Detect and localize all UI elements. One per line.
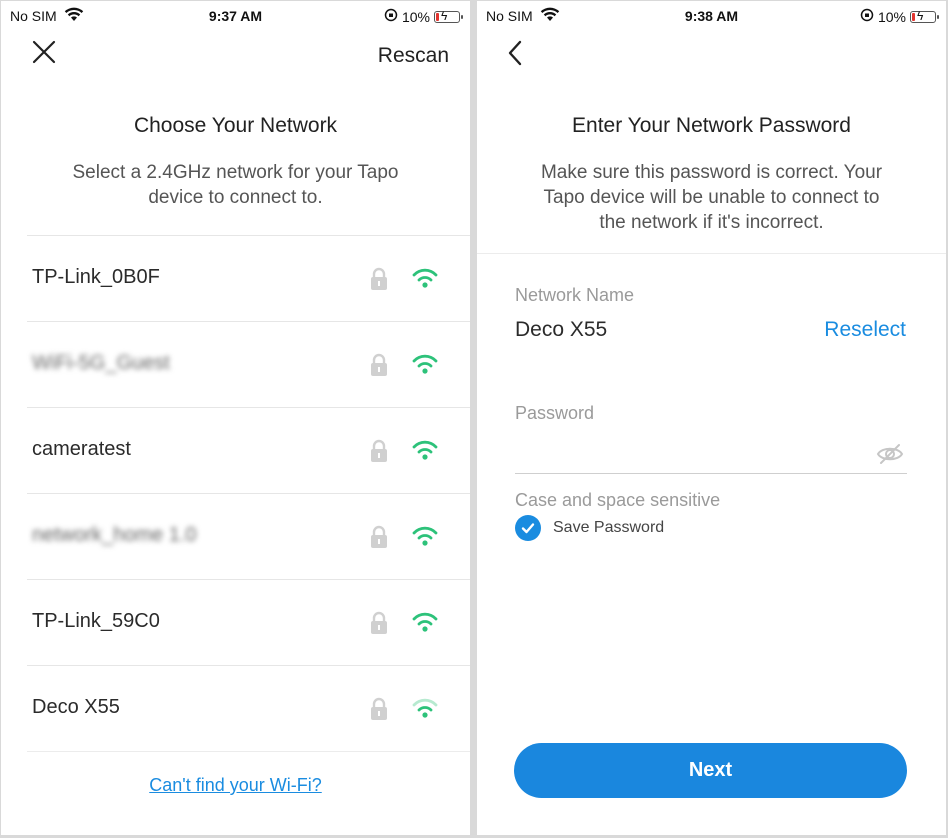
wifi-signal-icon (410, 353, 440, 380)
subtitle-line: Tapo device will be unable to connect to (543, 187, 880, 208)
page-title: Enter Your Network Password (572, 114, 851, 137)
network-name: TP-Link_0B0F (32, 266, 160, 288)
lock-icon (368, 439, 390, 468)
divider (477, 253, 946, 254)
network-name: network_home 1.0 (32, 524, 197, 546)
network-name-label: Network Name (515, 285, 635, 305)
lock-icon (368, 525, 390, 554)
wifi-signal-icon (410, 525, 440, 552)
page-subtitle: Select a 2.4GHz network for your Tapo de… (1, 160, 470, 210)
page-title: Choose Your Network (133, 114, 338, 137)
lock-icon (368, 267, 390, 296)
network-item[interactable]: WiFi-5G_Guest (27, 322, 470, 408)
lock-icon (368, 353, 390, 382)
page-subtitle: Make sure this password is correct. Your… (477, 160, 946, 235)
network-name-value: Deco X55 (515, 318, 608, 341)
network-item[interactable]: TP-Link_0B0F (27, 236, 470, 322)
cant-find-wifi-link[interactable]: Can't find your Wi-Fi? (1, 775, 470, 796)
status-bar: No SIM 9:38 AM 10% ϟ (477, 1, 946, 31)
wifi-signal-weak-icon (410, 697, 440, 724)
reselect-button[interactable]: Reselect (824, 318, 906, 342)
save-password-label: Save Password (553, 519, 665, 536)
choose-network-screen: No SIM 9:37 AM 10% ϟ Rescan Choose Your … (1, 1, 470, 835)
password-label: Password (515, 403, 595, 423)
status-right: 10% ϟ (860, 8, 939, 25)
orientation-lock-icon (860, 8, 874, 25)
close-icon[interactable] (31, 39, 57, 70)
network-item[interactable]: network_home 1.0 (27, 494, 470, 580)
network-list: TP-Link_0B0F WiFi-5G_Guest cameratest ne… (27, 235, 470, 752)
battery-percent: 10% (877, 8, 906, 25)
network-name: cameratest (32, 438, 131, 460)
wifi-signal-icon (410, 439, 440, 466)
status-bar: No SIM 9:37 AM 10% ϟ (1, 1, 470, 31)
status-right: 10% ϟ (384, 8, 463, 25)
network-item[interactable]: Deco X55 (27, 666, 470, 752)
enter-password-screen: No SIM 9:38 AM 10% ϟ Enter Your Network … (477, 1, 946, 835)
wifi-signal-icon (410, 611, 440, 638)
eye-slash-icon[interactable] (876, 442, 904, 471)
rescan-button[interactable]: Rescan (378, 44, 449, 68)
subtitle-line: Make sure this password is correct. Your (540, 162, 883, 183)
network-name: TP-Link_59C0 (32, 610, 160, 632)
battery-icon: ϟ (434, 9, 463, 23)
network-name: WiFi-5G_Guest (32, 352, 170, 374)
wifi-signal-icon (410, 267, 440, 294)
network-item[interactable]: TP-Link_59C0 (27, 580, 470, 666)
subtitle-line: Select a 2.4GHz network for your Tapo (72, 162, 399, 183)
lock-icon (368, 697, 390, 726)
subtitle-line: device to connect to. (148, 187, 323, 208)
orientation-lock-icon (384, 8, 398, 25)
subtitle-line: the network if it's incorrect. (599, 212, 824, 233)
network-item[interactable]: cameratest (27, 408, 470, 494)
battery-percent: 10% (401, 8, 430, 25)
save-password-checkbox[interactable]: Save Password (515, 515, 664, 541)
lock-icon (368, 611, 390, 640)
password-hint: Case and space sensitive (515, 490, 721, 510)
checkmark-icon (515, 515, 541, 541)
network-name: Deco X55 (32, 696, 120, 718)
back-chevron-icon[interactable] (505, 39, 525, 72)
password-input[interactable] (515, 437, 907, 474)
next-button[interactable]: Next (514, 743, 907, 798)
battery-icon: ϟ (910, 9, 939, 23)
